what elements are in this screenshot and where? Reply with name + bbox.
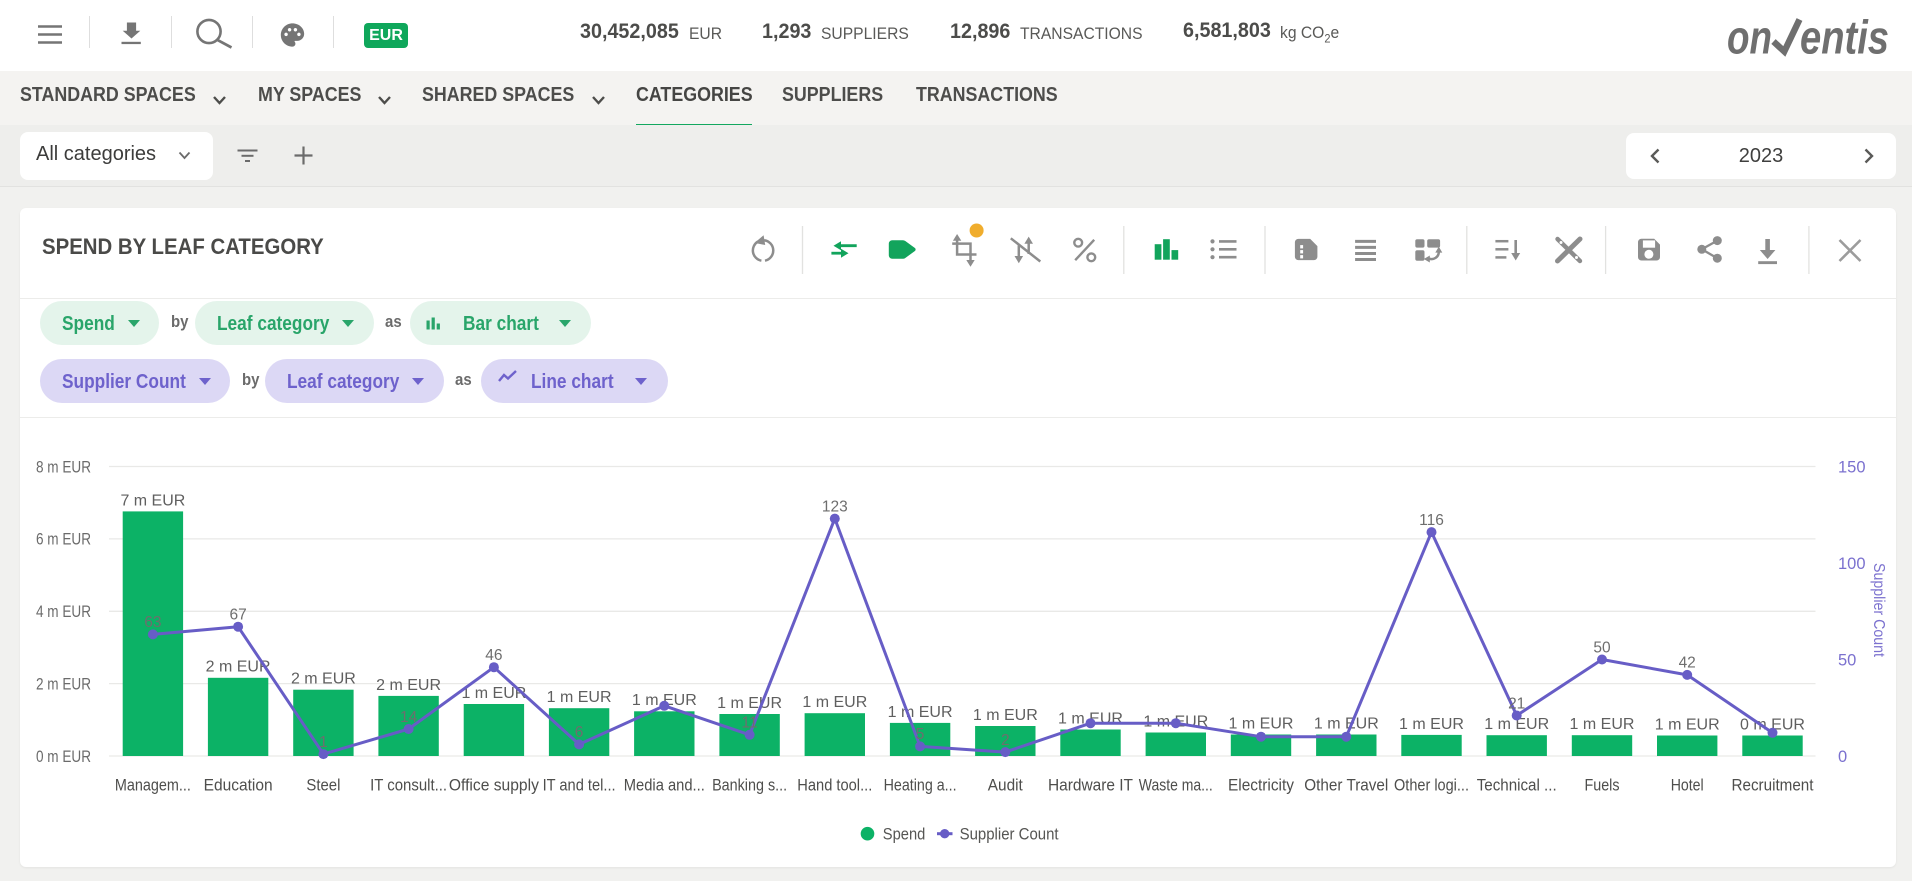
svg-text:Spend: Spend: [883, 825, 926, 844]
svg-text:50: 50: [1838, 651, 1856, 669]
svg-text:Managem...: Managem...: [115, 777, 191, 795]
svg-text:IT and tel...: IT and tel...: [543, 777, 616, 795]
svg-text:11: 11: [742, 715, 758, 732]
svg-text:IT consult...: IT consult...: [370, 777, 447, 795]
svg-text:2 m EUR: 2 m EUR: [36, 675, 91, 693]
svg-text:1 m EUR: 1 m EUR: [1399, 716, 1464, 733]
svg-text:1 m EUR: 1 m EUR: [1314, 715, 1379, 732]
svg-text:Supplier Count: Supplier Count: [1870, 563, 1887, 657]
svg-text:63: 63: [144, 614, 161, 631]
svg-text:123: 123: [822, 498, 848, 515]
svg-text:1 m EUR: 1 m EUR: [717, 695, 782, 712]
svg-text:Electricity: Electricity: [1228, 777, 1295, 795]
svg-text:Steel: Steel: [306, 777, 340, 795]
svg-text:0 m EUR: 0 m EUR: [36, 748, 91, 766]
svg-text:Waste ma...: Waste ma...: [1139, 777, 1213, 795]
svg-text:67: 67: [229, 607, 246, 624]
svg-text:116: 116: [1419, 512, 1444, 529]
svg-text:50: 50: [1593, 639, 1611, 656]
svg-text:Technical ...: Technical ...: [1477, 777, 1557, 795]
svg-text:Hand tool...: Hand tool...: [797, 777, 872, 795]
svg-text:100: 100: [1838, 555, 1866, 573]
svg-text:6: 6: [575, 724, 584, 741]
svg-text:Media and...: Media and...: [624, 777, 705, 795]
svg-text:1: 1: [319, 734, 328, 751]
svg-text:7 m EUR: 7 m EUR: [120, 492, 185, 509]
svg-text:4 m EUR: 4 m EUR: [36, 603, 91, 621]
svg-text:Recruitment: Recruitment: [1732, 777, 1814, 795]
svg-text:entis: entis: [1800, 11, 1889, 64]
svg-text:Heating a...: Heating a...: [884, 777, 957, 795]
svg-text:Other Travel: Other Travel: [1304, 777, 1388, 795]
svg-text:Office supply: Office supply: [449, 777, 540, 795]
svg-text:1 m EUR: 1 m EUR: [1229, 715, 1294, 732]
svg-text:0: 0: [1838, 748, 1847, 766]
svg-text:1 m EUR: 1 m EUR: [802, 694, 867, 711]
svg-text:Hotel: Hotel: [1671, 777, 1704, 795]
svg-text:150: 150: [1838, 458, 1866, 476]
svg-text:Audit: Audit: [988, 777, 1023, 795]
svg-text:1 m EUR: 1 m EUR: [888, 704, 953, 721]
svg-text:46: 46: [485, 647, 502, 664]
svg-text:Hardware IT: Hardware IT: [1048, 777, 1133, 795]
svg-text:Fuels: Fuels: [1585, 777, 1620, 795]
svg-text:2 m EUR: 2 m EUR: [376, 677, 441, 694]
svg-text:21: 21: [1508, 695, 1525, 712]
svg-text:1 m EUR: 1 m EUR: [1570, 716, 1635, 733]
svg-text:1 m EUR: 1 m EUR: [547, 689, 612, 706]
svg-text:42: 42: [1679, 655, 1696, 672]
svg-text:1 m EUR: 1 m EUR: [1655, 716, 1720, 733]
svg-text:Education: Education: [204, 777, 273, 795]
svg-text:14: 14: [400, 709, 418, 726]
svg-text:Banking s...: Banking s...: [712, 777, 787, 795]
svg-text:Other logi...: Other logi...: [1394, 777, 1469, 795]
svg-text:8 m EUR: 8 m EUR: [36, 458, 91, 476]
svg-text:6 m EUR: 6 m EUR: [36, 531, 91, 549]
svg-text:5: 5: [916, 726, 925, 743]
svg-text:2: 2: [1001, 732, 1010, 749]
svg-text:on: on: [1727, 11, 1772, 64]
svg-text:1 m EUR: 1 m EUR: [973, 707, 1038, 724]
svg-text:Supplier Count: Supplier Count: [960, 825, 1059, 844]
svg-text:2 m EUR: 2 m EUR: [291, 671, 356, 688]
